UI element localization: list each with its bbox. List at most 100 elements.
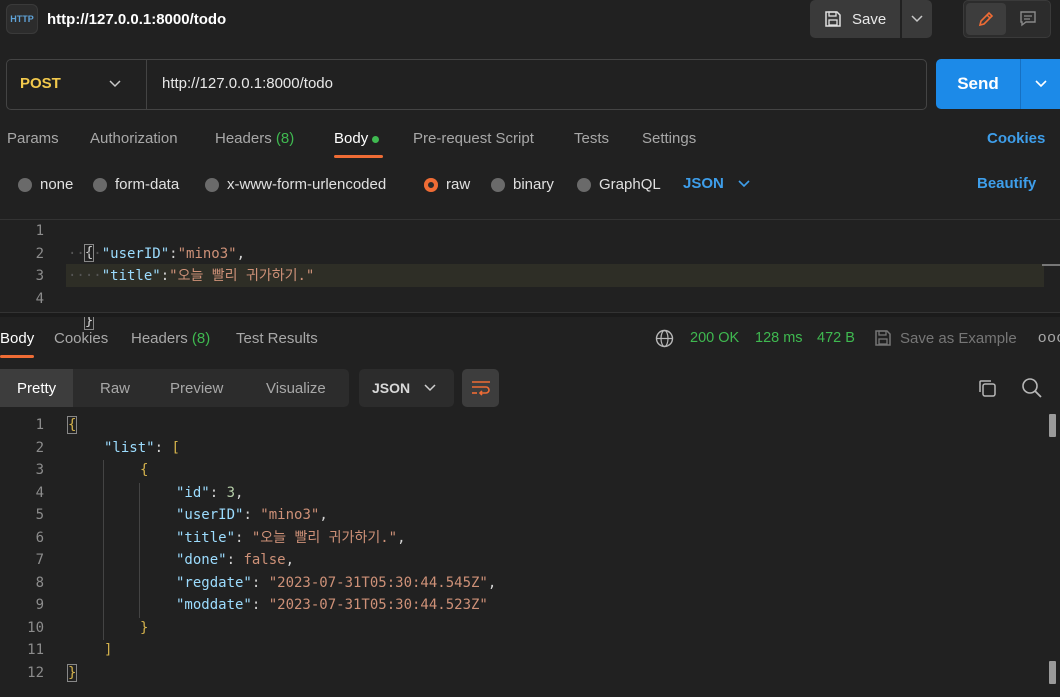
code-token: "id" <box>176 485 210 501</box>
code-token: "userID" <box>176 507 244 523</box>
tab-body[interactable]: Body <box>334 130 380 147</box>
cookies-link[interactable]: Cookies <box>987 130 1045 147</box>
line-number: 2 <box>35 246 44 262</box>
response-format-select[interactable]: JSON <box>359 369 454 407</box>
radio-binary[interactable]: binary <box>491 176 554 193</box>
comments-button[interactable] <box>1008 3 1048 35</box>
radio-raw[interactable]: raw <box>424 176 470 193</box>
request-title[interactable]: http://127.0.0.1:8000/todo <box>47 11 226 28</box>
tab-params[interactable]: Params <box>7 130 59 147</box>
code-token: 3 <box>226 485 236 501</box>
radio-graphql[interactable]: GraphQL <box>577 176 661 193</box>
search-icon[interactable] <box>1021 377 1043 399</box>
response-scrollbar-thumb[interactable] <box>1049 661 1056 684</box>
code-line: { <box>140 459 148 481</box>
code-token: ] <box>104 642 113 658</box>
view-visualize[interactable]: Visualize <box>266 369 326 407</box>
save-label: Save <box>852 10 887 28</box>
url-bar <box>6 59 927 110</box>
code-line: ····"title":"오늘 빨리 귀가하기." <box>68 268 315 284</box>
tab-headers[interactable]: Headers (8) <box>215 130 294 147</box>
view-raw[interactable]: Raw <box>100 369 130 407</box>
pane-resizer[interactable] <box>0 312 1060 317</box>
code-token: : <box>169 246 178 262</box>
code-token: "title" <box>176 530 236 546</box>
response-tab-headers-label: Headers <box>131 330 188 347</box>
chevron-down-icon <box>1034 80 1047 88</box>
url-divider <box>146 60 147 109</box>
radio-graphql-label: GraphQL <box>599 176 661 193</box>
send-options-button[interactable] <box>1020 59 1060 109</box>
radio-form-data-label: form-data <box>115 176 180 193</box>
indent-guide <box>103 460 104 640</box>
radio-urlencoded-label: x-www-form-urlencoded <box>227 176 387 193</box>
edit-mode-button[interactable] <box>966 3 1006 35</box>
save-button[interactable]: Save <box>810 0 900 38</box>
view-preview[interactable]: Preview <box>170 369 223 407</box>
code-line: } <box>68 288 95 330</box>
pencil-icon <box>978 11 994 27</box>
modified-dot-icon <box>372 135 380 143</box>
more-options-icon[interactable]: ooo <box>1038 329 1060 346</box>
radio-urlencoded[interactable]: x-www-form-urlencoded <box>205 176 386 193</box>
status-code[interactable]: 200 OK <box>690 330 739 346</box>
tab-pre-request-script[interactable]: Pre-request Script <box>413 130 534 147</box>
save-options-button[interactable] <box>902 0 932 38</box>
line-number: 3 <box>35 268 44 284</box>
tab-headers-label: Headers <box>215 130 272 147</box>
code-token: "오늘 빨리 귀가하기." <box>251 530 398 546</box>
code-line: { <box>66 414 78 436</box>
tab-settings[interactable]: Settings <box>642 130 696 147</box>
response-format-label: JSON <box>372 380 411 396</box>
chevron-down-icon[interactable] <box>108 77 122 91</box>
code-line: } <box>66 662 78 684</box>
globe-icon[interactable] <box>655 329 674 348</box>
response-time[interactable]: 128 ms <box>755 330 803 346</box>
code-line: "moddate": "2023-07-31T05:30:44.523Z" <box>176 597 488 613</box>
view-pretty[interactable]: Pretty <box>0 369 74 407</box>
method-select[interactable]: POST <box>20 75 61 92</box>
radio-none-indicator <box>18 177 32 192</box>
radio-none[interactable]: none <box>18 176 73 193</box>
radio-form-data[interactable]: form-data <box>93 176 179 193</box>
http-request-icon: HTTP <box>6 4 38 34</box>
radio-binary-indicator <box>491 177 505 192</box>
tab-tests[interactable]: Tests <box>574 130 609 147</box>
code-token: [ <box>171 440 180 456</box>
code-token: "list" <box>104 440 155 456</box>
response-tab-headers[interactable]: Headers (8) <box>131 330 210 347</box>
radio-none-label: none <box>40 176 74 193</box>
response-tab-test-results[interactable]: Test Results <box>236 330 318 347</box>
line-number: 3 <box>35 462 44 478</box>
line-number: 1 <box>35 223 44 239</box>
code-token: "moddate" <box>176 597 252 613</box>
copy-icon[interactable] <box>977 378 997 398</box>
save-as-example-button[interactable]: Save as Example <box>874 329 1017 347</box>
response-tab-cookies[interactable]: Cookies <box>54 330 108 347</box>
code-token: "title" <box>101 268 161 284</box>
tab-authorization[interactable]: Authorization <box>90 130 178 147</box>
beautify-button[interactable]: Beautify <box>977 175 1036 192</box>
body-format-label: JSON <box>683 175 724 192</box>
tab-body-label: Body <box>334 130 369 147</box>
active-response-tab-indicator <box>0 355 34 358</box>
response-tab-body[interactable]: Body <box>0 330 34 347</box>
chevron-down-icon <box>911 15 923 23</box>
wrap-lines-button[interactable] <box>462 369 499 407</box>
indent-guide <box>139 483 140 618</box>
body-format-select[interactable]: JSON <box>683 175 750 192</box>
url-input[interactable]: http://127.0.0.1:8000/todo <box>162 75 333 92</box>
save-icon <box>825 11 841 27</box>
comment-icon <box>1020 11 1036 27</box>
code-line: "done": false, <box>176 552 295 568</box>
code-token: { <box>66 416 78 434</box>
radio-urlencoded-indicator <box>205 177 219 192</box>
editor-scrollbar[interactable] <box>1042 264 1060 266</box>
response-size[interactable]: 472 B <box>817 330 855 346</box>
send-button[interactable]: Send <box>936 59 1020 109</box>
radio-raw-indicator <box>424 177 438 192</box>
radio-graphql-indicator <box>577 177 591 192</box>
response-headers-count: (8) <box>191 330 211 347</box>
line-number: 11 <box>27 642 44 658</box>
response-scrollbar-thumb[interactable] <box>1049 414 1056 437</box>
